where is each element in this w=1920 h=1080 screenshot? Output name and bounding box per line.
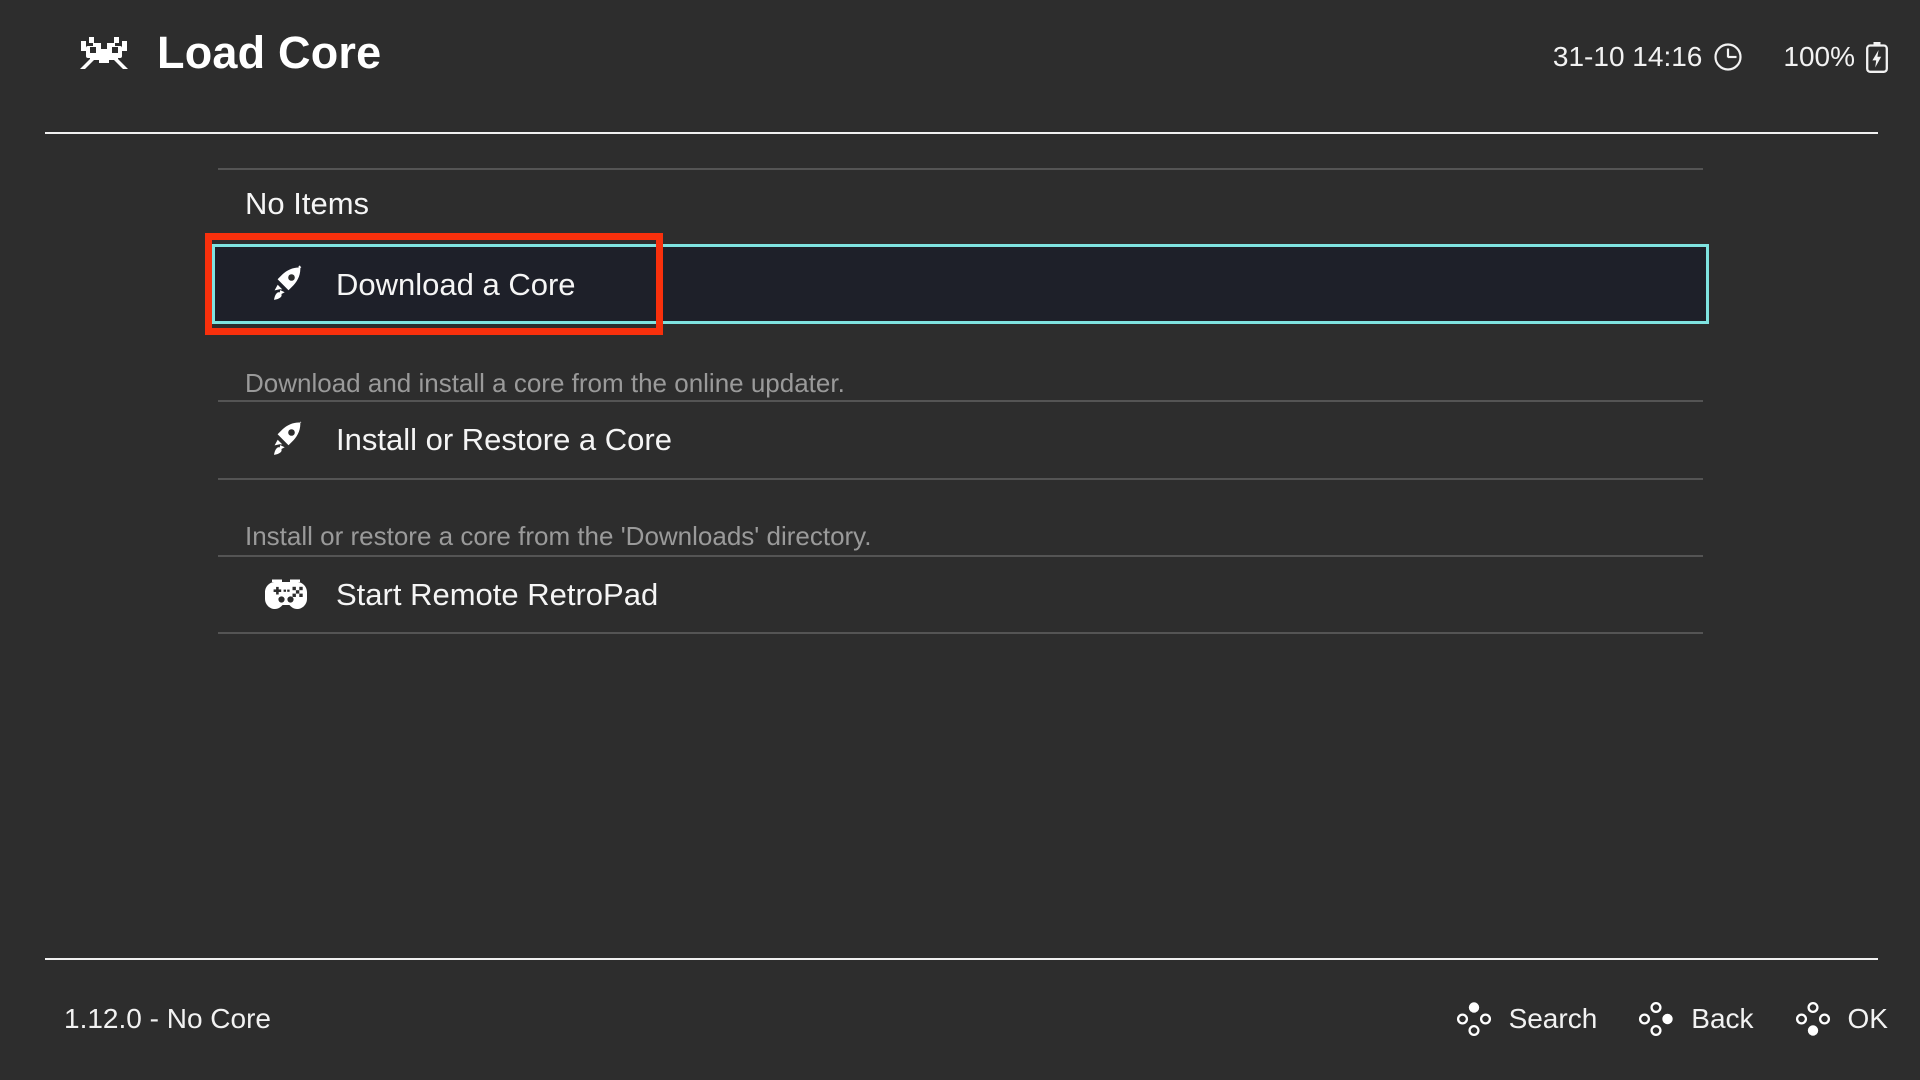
menu-item-sublabel: Download and install a core from the onl… [245,368,845,398]
menu-item-label: Install or Restore a Core [336,421,672,457]
footer-action-label: Back [1691,1003,1754,1034]
menu-item-sublabel: Install or restore a core from the 'Down… [245,521,872,551]
retroarch-app-window: Load Core 31-10 14:16 100% No Items Down… [0,0,1920,1080]
footer-action-bar: Search Back OK [1453,998,1888,1040]
menu-item-start-remote-retropad[interactable]: Start Remote RetroPad [218,557,1703,631]
footer-action-ok[interactable]: OK [1792,998,1888,1040]
menu-item-label: Start Remote RetroPad [336,576,659,612]
menu-item-label: Download a Core [336,266,576,302]
gamepad-icon [264,578,308,610]
list-separator [218,478,1703,480]
empty-list-label: No Items [245,186,370,221]
version-label: 1.12.0 - No Core [64,1003,271,1034]
gamepad-cluster-up-icon [1453,998,1495,1040]
rocket-icon [264,265,308,303]
footer-action-label: Search [1508,1003,1598,1034]
footer-action-search[interactable]: Search [1453,998,1598,1040]
footer-action-label: OK [1847,1003,1888,1034]
footer-action-back[interactable]: Back [1635,998,1754,1040]
gamepad-cluster-right-icon [1635,998,1677,1040]
footer-divider [45,958,1878,960]
rocket-icon [264,420,308,458]
list-separator [218,632,1703,634]
list-separator [218,168,1703,170]
menu-list: No Items Download a Core Download and in… [0,0,1920,1080]
menu-item-download-a-core[interactable]: Download a Core [218,247,1703,321]
menu-item-install-or-restore-a-core[interactable]: Install or Restore a Core [218,402,1703,476]
gamepad-cluster-down-icon [1792,998,1834,1040]
